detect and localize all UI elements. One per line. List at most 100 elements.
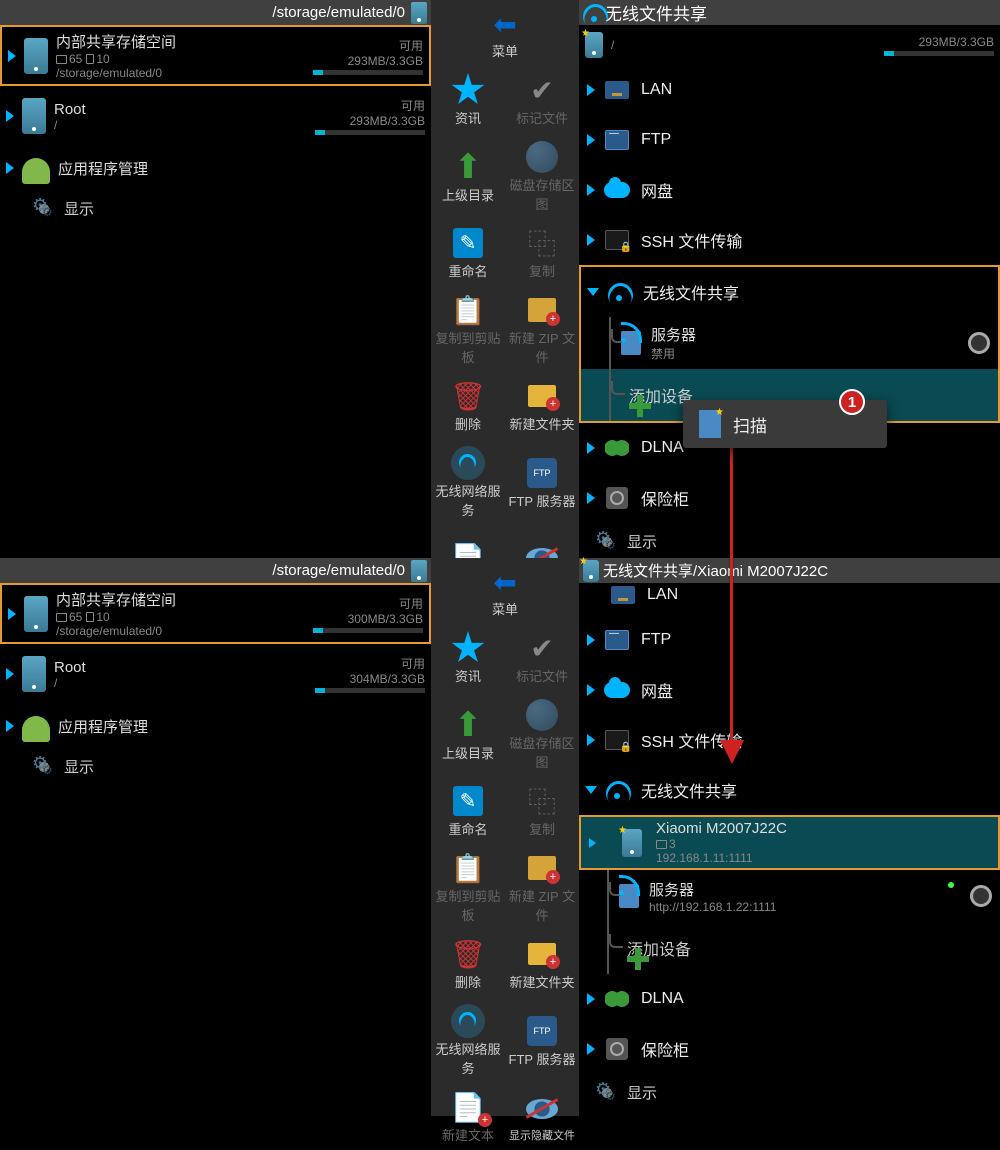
app-management[interactable]: 应用程序管理 [0, 146, 431, 190]
ftp-icon [603, 128, 631, 152]
up-dir-button[interactable]: ⬆上级目录 [431, 133, 505, 219]
path-header[interactable]: /storage/emulated/0 [0, 558, 431, 583]
menu-back[interactable]: ⬅ 菜单 [431, 558, 579, 624]
mark-files-button[interactable]: ✔标记文件 [505, 66, 579, 133]
expand-icon[interactable] [8, 50, 16, 62]
display-settings[interactable]: 显示 [579, 1074, 1000, 1111]
delete-button[interactable]: 🗑删除 [431, 372, 505, 439]
safe-item[interactable]: 保险柜 [579, 1024, 1000, 1074]
server-item[interactable]: 服务器http://192.168.1.22:1111 [579, 870, 1000, 922]
trash-icon: 🗑 [450, 378, 486, 414]
storage-root[interactable]: Root / 可用 293MB/3.3GB [0, 86, 431, 146]
server-item[interactable]: 服务器禁用 [581, 317, 998, 369]
root-storage[interactable]: / 293MB/3.3GB [579, 25, 1000, 65]
wifi-share-item[interactable]: 无线文件共享 [579, 765, 1000, 815]
storage-bar [315, 130, 425, 135]
safe-item[interactable]: 保险柜 [579, 473, 1000, 523]
radio-toggle[interactable] [968, 332, 990, 354]
expand-icon[interactable] [587, 234, 595, 246]
size-label: 293MB/3.3GB [315, 114, 425, 128]
path-header[interactable]: /storage/emulated/0 [0, 0, 431, 25]
delete-button[interactable]: 🗑删除 [431, 930, 505, 997]
clipboard-button[interactable]: 📋复制到剪贴板 [431, 844, 505, 930]
gear-icon [597, 1083, 617, 1103]
display-settings[interactable]: 显示 [0, 748, 431, 785]
add-device-item[interactable]: 添加设备 [579, 922, 1000, 974]
storage-internal[interactable]: 内部共享存储空间 65 10 /storage/emulated/0 可用 30… [0, 583, 431, 644]
expand-icon[interactable] [585, 786, 597, 794]
avail-label: 可用 [315, 97, 425, 114]
rename-button[interactable]: 重命名 [431, 777, 505, 844]
info-button[interactable]: 资讯 [431, 66, 505, 133]
pencil-icon [450, 225, 486, 261]
ssh-item[interactable]: SSH 文件传输 [579, 215, 1000, 265]
expand-icon[interactable] [587, 134, 595, 146]
phone-icon [411, 2, 427, 24]
ftp-server-button[interactable]: FTP 服务器 [505, 997, 579, 1083]
xiaomi-device[interactable]: Xiaomi M2007J22C 3 192.168.1.11:1111 [579, 815, 1000, 870]
expand-icon[interactable] [587, 492, 595, 504]
cloud-item[interactable]: 网盘 [579, 165, 1000, 215]
hide-show-button[interactable]: 显示隐藏文件 [505, 1083, 579, 1150]
cloud-item[interactable]: 网盘 [579, 665, 1000, 715]
ftp-server-button[interactable]: FTP 服务器 [505, 439, 579, 525]
expand-icon[interactable] [587, 684, 595, 696]
expand-icon[interactable] [589, 838, 596, 848]
info-button[interactable]: 资讯 [431, 624, 505, 691]
wifi-header[interactable]: 无线文件共享 [579, 0, 1000, 25]
lan-icon [609, 583, 637, 607]
wifi-service-button[interactable]: 无线网络服务 [431, 997, 505, 1083]
wifi-header[interactable]: 无线文件共享/Xiaomi M2007J22C [579, 558, 1000, 583]
lan-item[interactable]: LAN [579, 583, 1000, 615]
disk-view-button[interactable]: 磁盘存储区图 [505, 691, 579, 777]
ftp-item[interactable]: FTP [579, 115, 1000, 165]
expand-icon[interactable] [6, 668, 14, 680]
mark-files-button[interactable]: ✔标记文件 [505, 624, 579, 691]
expand-icon[interactable] [6, 162, 14, 174]
expand-icon[interactable] [587, 288, 599, 296]
storage-root[interactable]: Root / 可用 304MB/3.3GB [0, 644, 431, 704]
new-file-button[interactable]: 📄新建文本 [431, 1083, 505, 1150]
ftp-item[interactable]: FTP [579, 615, 1000, 665]
expand-icon[interactable] [587, 634, 595, 646]
gear-icon [597, 532, 617, 552]
clipboard-button[interactable]: 📋复制到剪贴板 [431, 286, 505, 372]
wifi-share-item[interactable]: 无线文件共享 [581, 267, 998, 317]
expand-icon[interactable] [587, 442, 595, 454]
size-label: 300MB/3.3GB [313, 612, 423, 626]
expand-icon[interactable] [587, 993, 595, 1005]
dlna-item[interactable]: DLNA [579, 974, 1000, 1024]
new-folder-button[interactable]: 新建文件夹 [505, 372, 579, 439]
expand-icon[interactable] [6, 720, 14, 732]
expand-icon[interactable] [587, 1043, 595, 1055]
rename-button[interactable]: 重命名 [431, 219, 505, 286]
lan-item[interactable]: LAN [579, 65, 1000, 115]
wifi-icon [450, 1003, 486, 1039]
display-settings[interactable]: 显示 [579, 523, 1000, 560]
expand-icon[interactable] [587, 84, 595, 96]
eye-slash-icon [524, 1091, 560, 1127]
copy-button[interactable]: ⿻复制 [505, 777, 579, 844]
disk-view-button[interactable]: 磁盘存储区图 [505, 133, 579, 219]
copy-button[interactable]: ⿻复制 [505, 219, 579, 286]
new-zip-button[interactable]: 新建 ZIP 文件 [505, 286, 579, 372]
lan-icon [603, 78, 631, 102]
display-settings[interactable]: 显示 [0, 190, 431, 227]
new-zip-button[interactable]: 新建 ZIP 文件 [505, 844, 579, 930]
info-icon [450, 72, 486, 108]
app-management[interactable]: 应用程序管理 [0, 704, 431, 748]
expand-icon[interactable] [6, 110, 14, 122]
storage-internal[interactable]: 内部共享存储空间 65 10 /storage/emulated/0 可用 29… [0, 25, 431, 86]
up-dir-button[interactable]: ⬆上级目录 [431, 691, 505, 777]
menu-back[interactable]: ⬅ 菜单 [431, 0, 579, 66]
display-label: 显示 [627, 1082, 657, 1103]
expand-icon[interactable] [587, 734, 595, 746]
device-ip: 192.168.1.11:1111 [656, 851, 990, 865]
new-folder-button[interactable]: 新建文件夹 [505, 930, 579, 997]
radio-toggle[interactable] [970, 885, 992, 907]
expand-icon[interactable] [587, 184, 595, 196]
wifi-service-button[interactable]: 无线网络服务 [431, 439, 505, 525]
ssh-item[interactable]: SSH 文件传输 [579, 715, 1000, 765]
ssh-icon [603, 728, 631, 752]
expand-icon[interactable] [8, 608, 16, 620]
